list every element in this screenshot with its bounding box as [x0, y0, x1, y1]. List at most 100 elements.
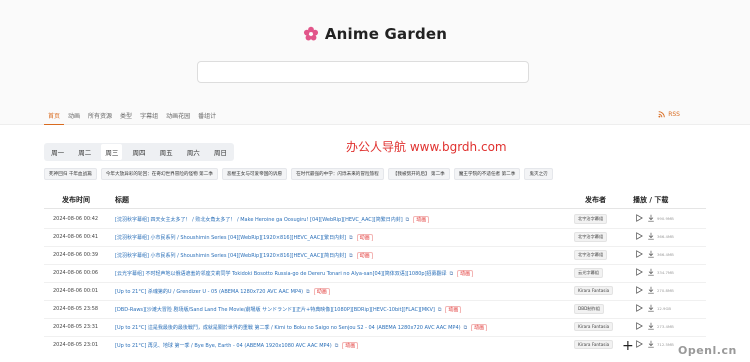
external-link-icon[interactable]: ⧉ [335, 343, 339, 349]
type-tag[interactable]: 动画 [413, 216, 430, 223]
anime-chip[interactable]: 今年大放异彩的轮回：在奇幻世界冒险的怪物 第二季 [100, 168, 218, 180]
row-title-text: [DBD-Raws][沙滩大冒险 剧场版/Sand Land The Movie… [115, 307, 435, 313]
nav-item-types[interactable]: 类型 [116, 111, 136, 125]
download-icon[interactable] [647, 268, 655, 276]
file-size: 273.4MB [657, 324, 674, 329]
tab-thursday[interactable]: 周四 [128, 144, 149, 160]
play-icon[interactable] [635, 214, 643, 222]
nav-item-fansubs[interactable]: 字幕组 [136, 111, 162, 125]
main-nav: 首页 动画 所有资源 类型 字幕组 动画花园 番组计 [44, 111, 220, 125]
external-link-icon[interactable]: ⧉ [406, 217, 410, 223]
row-date: 2024-08-05 23:31 [53, 324, 99, 330]
row-title-text: [Up to 21°C] 這是我最後的最後戰鬥，成就是關於世界的重戰 第二季 /… [115, 325, 461, 331]
play-icon[interactable] [635, 340, 643, 348]
nav-item-anime[interactable]: 动画 [64, 111, 84, 125]
row-date: 2024-08-06 00:41 [53, 234, 99, 240]
download-icon[interactable] [647, 214, 655, 222]
row-title-text: [沈羽秋字幕组] 四天女主太多了！ / 败北女角太多了！ / Make Hero… [115, 217, 403, 223]
play-icon[interactable] [635, 286, 643, 294]
type-tag[interactable]: 动画 [471, 324, 488, 331]
anime-chip[interactable]: 魔王学院的不适任者 第二季 [453, 168, 521, 180]
nav-item-home[interactable]: 首页 [44, 111, 65, 125]
publisher-badge[interactable]: 北宇治字幕组 [574, 214, 608, 224]
download-icon[interactable] [647, 232, 655, 240]
type-tag[interactable]: 动画 [356, 252, 373, 259]
tab-tuesday[interactable]: 周二 [74, 144, 95, 160]
play-icon[interactable] [635, 232, 643, 240]
file-size: 366.4MB [657, 252, 674, 257]
table-row: 2024-08-05 23:58 [DBD-Raws][沙滩大冒险 剧场版/Sa… [44, 301, 706, 318]
row-date: 2024-08-05 23:01 [53, 342, 99, 348]
sakura-logo-icon [303, 26, 318, 41]
download-icon[interactable] [647, 304, 655, 312]
anime-chip[interactable]: 鬼灭之刃 [524, 168, 553, 180]
anime-chip[interactable]: 死神回归 千年血战篇 [44, 168, 97, 180]
weekday-tabs: 周一 周二 周三 周四 周五 周六 周日 [44, 143, 234, 161]
column-header-publisher: 发布者 [585, 196, 606, 204]
row-title-link[interactable]: [沈羽秋字幕组] 四天女主太多了！ / 败北女角太多了！ / Make Hero… [115, 216, 585, 223]
publisher-badge[interactable]: Kirara Fantasia [574, 340, 614, 349]
row-title-text: [沈羽秋字幕组] 小市民系列 / Shoushimin Series [04][… [115, 235, 347, 241]
external-link-icon[interactable]: ⧉ [438, 307, 442, 313]
table-row: 2024-08-06 00:01 [Up to 21°C] 杀魂第的U / Gr… [44, 283, 706, 300]
brand-title: Anime Garden [324, 25, 448, 43]
anime-chip[interactable]: 【我被劈开的后】 第二季 [387, 168, 450, 180]
tab-sunday[interactable]: 周日 [210, 144, 231, 160]
publisher-badge[interactable]: Kirara Fantasia [574, 322, 614, 331]
table-row: 2024-08-05 23:31 [Up to 21°C] 這是我最後的最後戰鬥… [44, 319, 706, 336]
external-link-icon[interactable]: ⧉ [464, 325, 468, 331]
column-header-title: 标题 [115, 196, 129, 204]
tab-friday[interactable]: 周五 [156, 144, 177, 160]
row-title-link[interactable]: [DBD-Raws][沙滩大冒险 剧场版/Sand Land The Movie… [115, 306, 585, 313]
external-link-icon[interactable]: ⧉ [450, 271, 454, 277]
row-title-link[interactable]: [Up to 21°C] 這是我最後的最後戰鬥，成就是關於世界的重戰 第二季 /… [115, 324, 585, 331]
add-icon[interactable]: + [622, 338, 634, 354]
brand[interactable]: Anime Garden [0, 22, 750, 46]
row-title-link[interactable]: [沈羽秋字幕组] 小市民系列 / Shoushimin Series [04][… [115, 252, 585, 259]
external-link-icon[interactable]: ⧉ [349, 253, 353, 259]
download-icon[interactable] [647, 286, 655, 294]
row-date: 2024-08-06 00:06 [53, 270, 99, 276]
nav-item-all-resources[interactable]: 所有资源 [84, 111, 116, 125]
row-date: 2024-08-06 00:42 [53, 216, 99, 222]
download-icon[interactable] [647, 340, 655, 348]
table-row: 2024-08-06 00:39 [沈羽秋字幕组] 小市民系列 / Shoush… [44, 247, 706, 264]
nav-item-anime-garden[interactable]: 动画花园 [162, 111, 194, 125]
tab-wednesday[interactable]: 周三 [101, 144, 123, 160]
type-tag[interactable]: 动画 [457, 270, 474, 277]
external-link-icon[interactable]: ⧉ [349, 235, 353, 241]
row-title-link[interactable]: [Up to 21°C] 再见、地球 第一季 / Bye Bye, Earth … [115, 342, 585, 349]
publisher-badge[interactable]: 北宇治字幕组 [574, 250, 608, 260]
type-tag[interactable]: 动画 [356, 234, 373, 241]
column-header-actions: 播放 / 下载 [633, 196, 669, 204]
type-tag[interactable]: 动画 [342, 342, 359, 349]
tab-monday[interactable]: 周一 [47, 144, 68, 160]
anime-chip[interactable]: 在时代最强的中学：闪烁未来的冒险旅程 [291, 168, 384, 180]
nav-item-schedule[interactable]: 番组计 [194, 111, 220, 125]
publisher-badge[interactable]: Kirara Fantasia [574, 286, 614, 295]
publisher-badge[interactable]: 云光字幕组 [574, 268, 603, 278]
table-row: 2024-08-06 00:06 [云光字幕组] 不时轻声地以俄语遮羞的邻座艾莉… [44, 265, 706, 282]
type-tag[interactable]: 动画 [313, 288, 330, 295]
type-tag[interactable]: 动画 [445, 306, 462, 313]
row-title-link[interactable]: [沈羽秋字幕组] 小市民系列 / Shoushimin Series [04][… [115, 234, 585, 241]
anime-chip[interactable]: 恶棍王女与可爱帝国的诉愿 [221, 168, 288, 180]
play-icon[interactable] [635, 268, 643, 276]
file-size: 366.4MB [657, 234, 674, 239]
download-icon[interactable] [647, 250, 655, 258]
play-icon[interactable] [635, 322, 643, 330]
rss-link[interactable]: RSS [658, 111, 680, 118]
file-size: 334.7MB [657, 270, 674, 275]
row-title-link[interactable]: [Up to 21°C] 杀魂第的U / Grendizer U - 05 (A… [115, 288, 585, 295]
external-link-icon[interactable]: ⧉ [306, 289, 310, 295]
play-icon[interactable] [635, 250, 643, 258]
play-icon[interactable] [635, 304, 643, 312]
download-icon[interactable] [647, 322, 655, 330]
publisher-badge[interactable]: DBD制作组 [574, 304, 604, 314]
tab-saturday[interactable]: 周六 [183, 144, 204, 160]
row-date: 2024-08-06 00:01 [53, 288, 99, 294]
row-title-link[interactable]: [云光字幕组] 不时轻声地以俄语遮羞的邻座艾莉同学 Tokidoki Bosot… [115, 270, 585, 277]
row-date: 2024-08-05 23:58 [53, 306, 99, 312]
search-input[interactable] [197, 61, 529, 83]
publisher-badge[interactable]: 北宇治字幕组 [574, 232, 608, 242]
